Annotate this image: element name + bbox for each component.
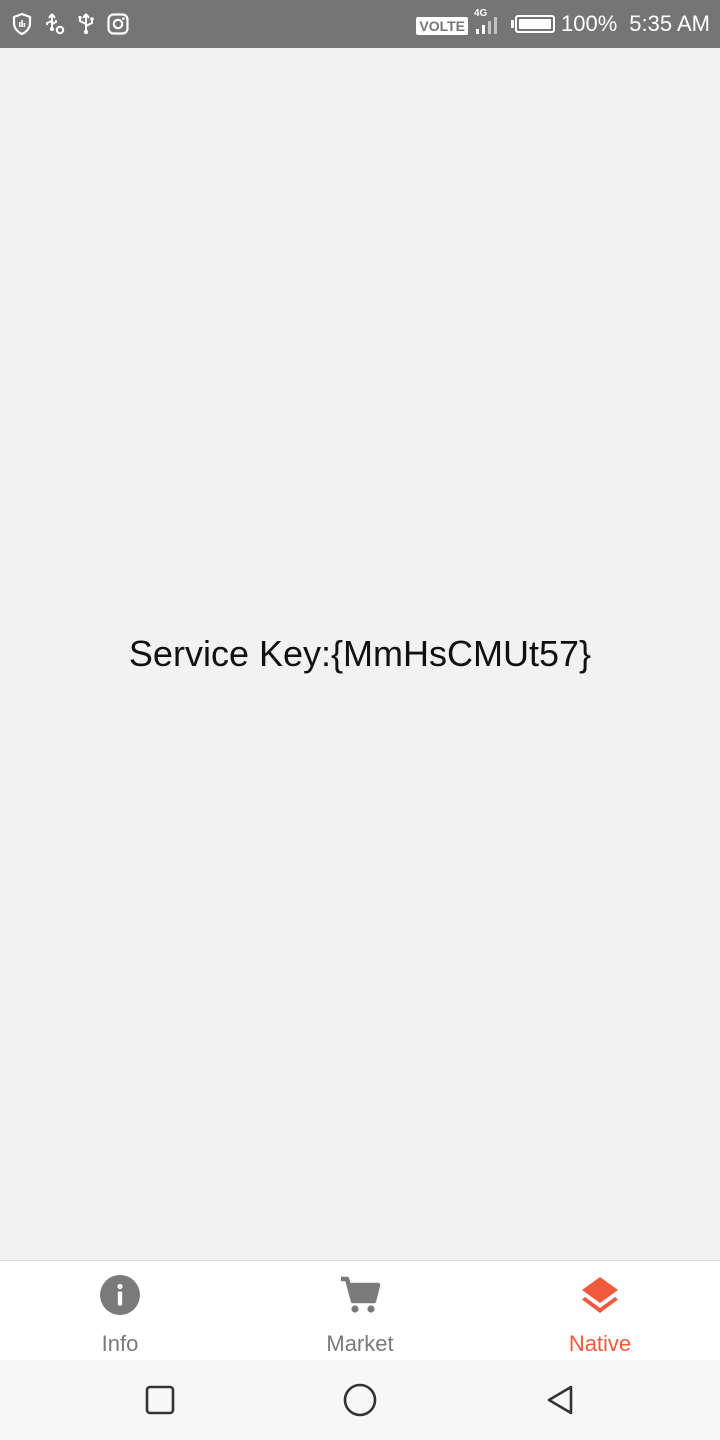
bottom-tab-bar: Info Market Native [0,1260,720,1360]
volte-badge: VOLTE [416,17,468,35]
tab-native[interactable]: Native [480,1261,720,1360]
shield-icon [10,12,34,36]
tab-info-label: Info [101,1331,139,1356]
system-navigation-bar [0,1360,720,1440]
battery-level-fill [519,19,551,29]
status-bar-clock: 5:35 AM [629,11,710,36]
signal-strength-icon: 4G [474,8,500,38]
battery-icon [511,15,555,33]
usb-settings-icon [42,12,66,36]
main-content: Service Key:{MmHsCMUt57} [0,48,720,1260]
layers-icon [578,1273,622,1317]
network-type-label: 4G [474,8,488,19]
back-triangle-icon[interactable] [540,1380,580,1420]
tab-info[interactable]: Info [0,1261,240,1360]
status-bar: VOLTE 4G 100% 5:35 AM [0,0,720,48]
instagram-icon [106,12,130,36]
tab-market-label: Market [326,1331,394,1356]
service-key-text: Service Key:{MmHsCMUt57} [128,633,592,674]
status-bar-notifications [10,10,130,38]
tab-native-label: Native [568,1331,632,1356]
recents-square-icon[interactable] [140,1380,180,1420]
battery-percent: 100% [561,11,618,36]
usb-icon [74,12,98,36]
home-circle-icon[interactable] [340,1380,380,1420]
status-bar-system: VOLTE 4G 100% 5:35 AM [416,8,710,40]
tab-market[interactable]: Market [240,1261,480,1360]
info-icon [98,1273,142,1317]
cart-icon [338,1273,382,1317]
phone-screen: VOLTE 4G 100% 5:35 AM Service Key:{MmHsC… [0,0,720,1440]
